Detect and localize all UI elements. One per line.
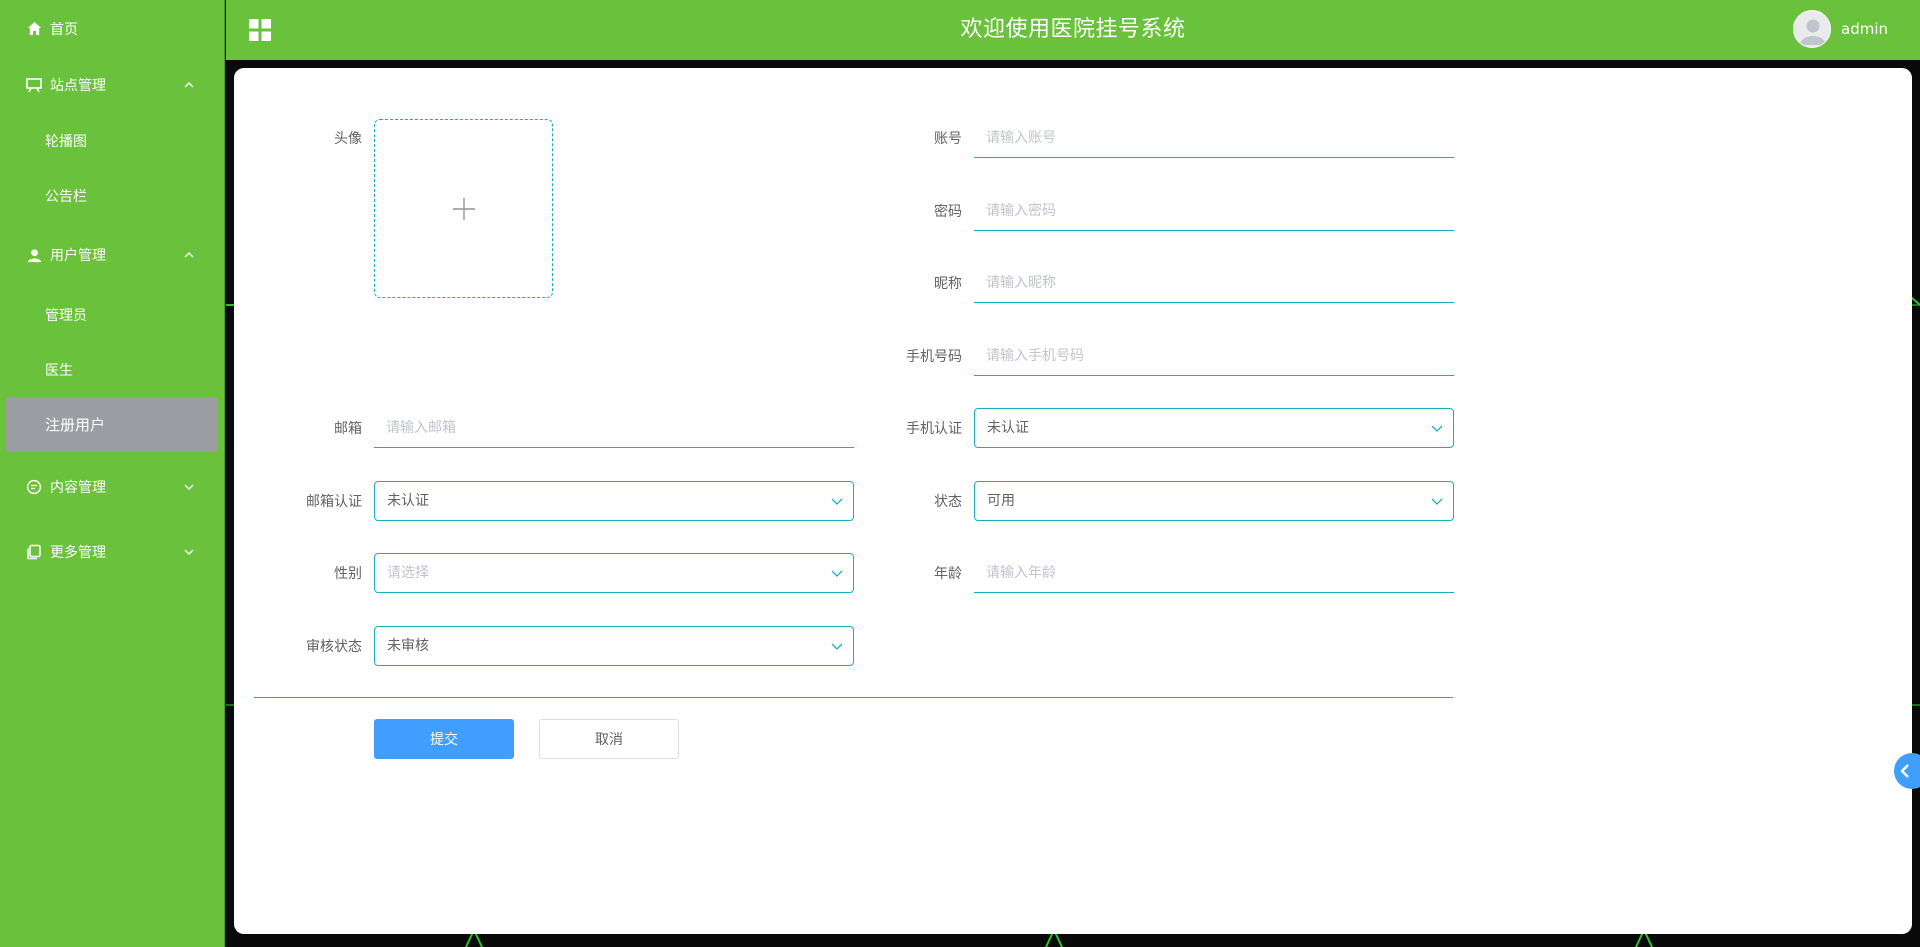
age-label: 年龄	[934, 566, 962, 582]
chevron-down-icon	[182, 480, 196, 494]
avatar-upload[interactable]	[374, 119, 553, 298]
user-menu[interactable]: admin	[1793, 10, 1888, 48]
sidebar-item-label: 公告栏	[45, 188, 87, 205]
age-field[interactable]: 请输入年龄	[974, 553, 1454, 593]
select-placeholder: 请选择	[387, 565, 429, 581]
cancel-button[interactable]: 取消	[539, 719, 679, 759]
presentation-icon	[26, 77, 42, 93]
sidebar-item-admins[interactable]: 管理员	[0, 287, 224, 342]
avatar	[1793, 10, 1831, 48]
gender-label: 性别	[334, 566, 362, 582]
status-select[interactable]: 可用	[974, 481, 1454, 521]
status-label: 状态	[934, 494, 962, 510]
chevron-left-icon	[1900, 764, 1909, 778]
phone-verify-label: 手机认证	[906, 421, 962, 437]
email-verify-label: 邮箱认证	[306, 494, 362, 510]
email-label: 邮箱	[334, 421, 362, 437]
user-icon	[26, 247, 42, 263]
sidebar-item-doctors[interactable]: 医生	[0, 342, 224, 397]
select-value: 未审核	[387, 638, 429, 654]
collapse-panel-button[interactable]	[1894, 753, 1920, 789]
chevron-down-icon	[182, 545, 196, 559]
chat-icon	[26, 479, 42, 495]
sidebar-item-label: 轮播图	[45, 133, 87, 150]
select-value: 未认证	[987, 420, 1029, 436]
chevron-down-icon	[1431, 498, 1443, 505]
sidebar-item-notice[interactable]: 公告栏	[0, 168, 224, 223]
phone-verify-select[interactable]: 未认证	[974, 408, 1454, 448]
email-verify-select[interactable]: 未认证	[374, 481, 854, 521]
nickname-label: 昵称	[934, 276, 962, 292]
chevron-up-icon	[182, 78, 196, 92]
sidebar-group-more[interactable]: 更多管理	[0, 519, 224, 585]
chevron-down-icon	[831, 570, 843, 577]
avatar-label: 头像	[334, 131, 362, 147]
sidebar-group-label: 内容管理	[50, 479, 106, 496]
account-label: 账号	[934, 131, 962, 147]
audit-label: 审核状态	[306, 639, 362, 655]
home-icon	[26, 21, 42, 37]
sidebar-group-label: 更多管理	[50, 545, 106, 561]
select-value: 未认证	[387, 493, 429, 509]
sidebar-item-carousel[interactable]: 轮播图	[0, 113, 224, 168]
sidebar-group-site[interactable]: 站点管理	[0, 57, 224, 113]
password-field[interactable]: 请输入密码	[974, 191, 1454, 231]
audit-select[interactable]: 未审核	[374, 626, 854, 666]
phone-field[interactable]: 请输入手机号码	[974, 336, 1454, 376]
chevron-down-icon	[1431, 425, 1443, 432]
chevron-down-icon	[831, 643, 843, 650]
form-divider	[254, 697, 1453, 698]
sidebar-item-label: 注册用户	[45, 416, 106, 434]
top-header: 欢迎使用医院挂号系统 admin	[226, 0, 1920, 60]
page-title: 欢迎使用医院挂号系统	[960, 17, 1186, 42]
sidebar: 首页 站点管理 轮播图 公告栏 用户管理 管理员 医生 注册用户 内容管理 更多…	[0, 0, 225, 947]
sidebar-item-home[interactable]: 首页	[0, 0, 224, 57]
sidebar-item-label: 首页	[50, 21, 78, 38]
sidebar-item-registered-users[interactable]: 注册用户	[6, 397, 218, 452]
nickname-field[interactable]: 请输入昵称	[974, 263, 1454, 303]
sidebar-group-label: 站点管理	[50, 78, 106, 94]
sidebar-group-content[interactable]: 内容管理	[0, 454, 224, 519]
username: admin	[1841, 20, 1888, 38]
phone-label: 手机号码	[906, 349, 962, 365]
plus-icon	[452, 197, 475, 220]
password-label: 密码	[934, 204, 962, 220]
gender-select[interactable]: 请选择	[374, 553, 854, 593]
chevron-down-icon	[831, 498, 843, 505]
sidebar-item-label: 医生	[45, 362, 73, 379]
sidebar-group-label: 用户管理	[50, 248, 106, 264]
sidebar-item-label: 管理员	[45, 307, 87, 324]
chevron-up-icon	[182, 248, 196, 262]
account-field[interactable]: 请输入账号	[974, 118, 1454, 158]
copy-icon	[26, 544, 42, 560]
email-field[interactable]: 请输入邮箱	[374, 408, 854, 448]
select-value: 可用	[987, 493, 1015, 509]
sidebar-group-users[interactable]: 用户管理	[0, 223, 224, 287]
submit-button[interactable]: 提交	[374, 719, 514, 759]
